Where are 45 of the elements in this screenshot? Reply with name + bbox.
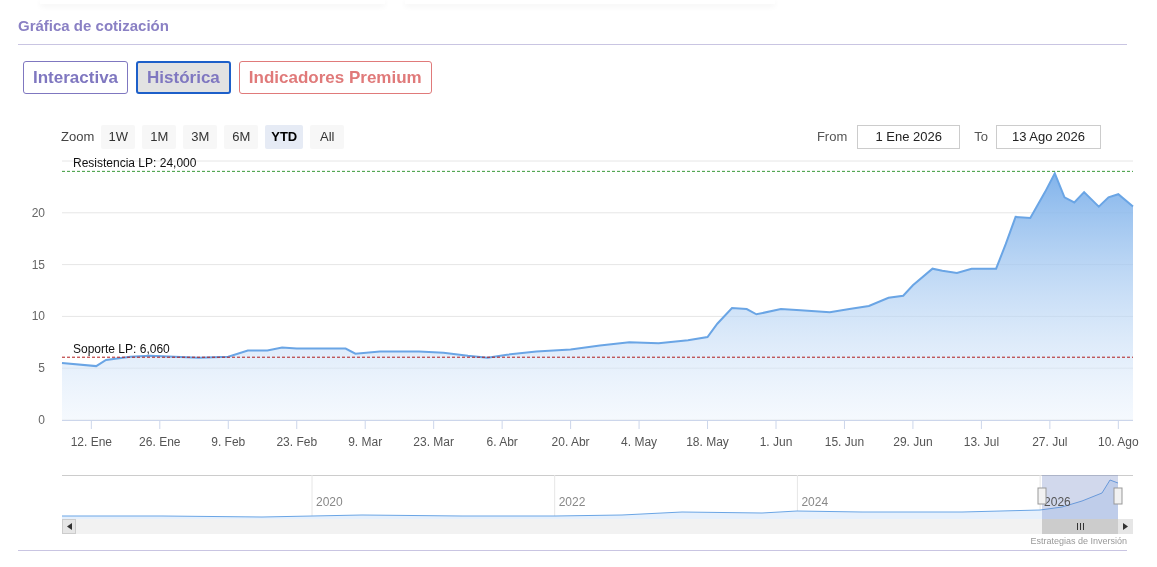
y-axis-label: 20 (31, 205, 45, 220)
zoom-button[interactable]: 3M (183, 125, 218, 149)
grip-icon (1076, 523, 1084, 530)
x-axis-label: 10. Ago (1097, 435, 1139, 449)
x-axis-label: 1. Jun (759, 435, 793, 449)
from-label: From (816, 128, 848, 147)
y-axis-label: 15 (31, 257, 45, 272)
x-axis-label: 9. Mar (348, 435, 383, 449)
x-axis-label: 13. Jul (963, 435, 1000, 449)
x-axis-label: 27. Jul (1032, 435, 1068, 449)
section-title: Gráfica de cotización (18, 17, 170, 35)
x-axis-label: 26. Ene (139, 435, 181, 449)
to-label: To (974, 128, 988, 147)
caret-right-icon (1123, 523, 1128, 530)
scrollbar-thumb[interactable] (1042, 519, 1118, 534)
x-axis-label: 12. Ene (70, 435, 113, 449)
zoom-button[interactable]: 1M (142, 125, 177, 149)
x-axis-label: 9. Feb (211, 435, 246, 449)
zoom-button[interactable]: 1W (101, 125, 136, 149)
x-axis-label: 23. Feb (276, 435, 318, 449)
zoom-button[interactable]: YTD (265, 125, 304, 149)
x-axis-label: 29. Jun (893, 435, 933, 449)
tab[interactable]: Interactiva (23, 61, 129, 94)
zoom-button[interactable]: 6M (224, 125, 259, 149)
zoom-button[interactable]: All (310, 125, 345, 149)
scroll-right-button[interactable] (1118, 519, 1133, 534)
x-axis-label: 15. Jun (824, 435, 865, 449)
caret-left-icon (66, 523, 72, 530)
to-date-field[interactable]: 13 Ago 2026 (996, 125, 1101, 149)
x-axis-label: 20. Abr (551, 435, 590, 449)
y-axis-label: 0 (38, 413, 45, 427)
credits-text: Estrategias de Inversión (1030, 535, 1127, 548)
y-axis-label: 5 (38, 361, 45, 376)
x-axis-label: 18. May (686, 435, 729, 449)
x-axis-label: 23. Mar (413, 435, 454, 449)
x-axis-label: 6. Abr (486, 435, 518, 449)
y-axis-label: 10 (31, 309, 45, 324)
level-label: Soporte LP: 6,060 (73, 342, 170, 357)
navigator-drawing: 2020 2022 2024 2026 (62, 475, 1133, 519)
x-axis-label: 4. May (621, 435, 658, 449)
level-label: Resistencia LP: 24,000 (73, 156, 197, 171)
zoom-label: Zoom (61, 128, 95, 147)
from-date-field[interactable]: 1 Ene 2026 (857, 125, 961, 149)
range-handle[interactable] (1113, 487, 1123, 505)
scroll-left-button[interactable] (62, 519, 76, 534)
